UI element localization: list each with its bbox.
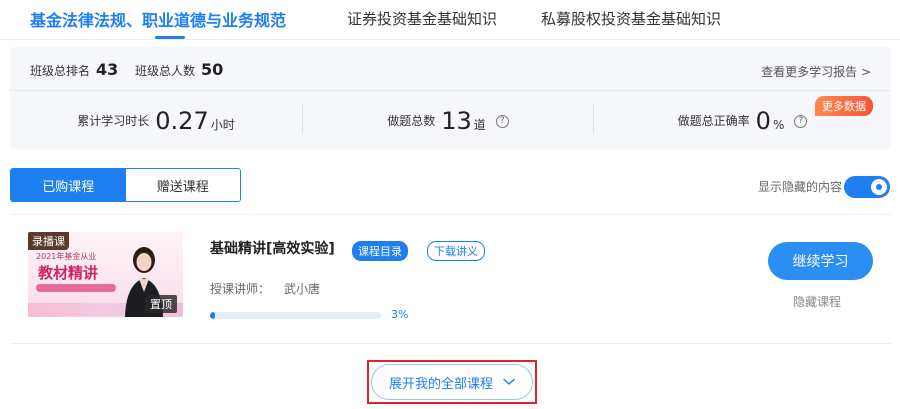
more-data-badge[interactable]: 更多数据: [815, 96, 873, 116]
class-rank-value: 43: [96, 60, 119, 79]
class-rank-label: 班级总排名: [30, 64, 91, 78]
study-time-value: 0.27: [155, 106, 209, 135]
accuracy-help-icon[interactable]: ?: [794, 115, 808, 128]
chevron-down-icon: [503, 378, 515, 385]
download-handout-button[interactable]: 下载讲义: [427, 241, 485, 261]
show-hidden-toggle[interactable]: [844, 176, 890, 198]
more-report-link[interactable]: 查看更多学习报告 >: [761, 63, 871, 80]
tab-gifted-courses[interactable]: 赠送课程: [125, 169, 240, 201]
accuracy-label: 做题总正确率: [677, 114, 750, 128]
questions-label: 做题总数: [387, 114, 436, 128]
class-rank: 班级总排名 43: [30, 60, 118, 79]
teacher-name: 武小唐: [284, 282, 321, 296]
questions-help-icon[interactable]: ?: [495, 115, 509, 128]
continue-learning-button[interactable]: 继续学习: [768, 242, 873, 280]
questions-unit: 道: [473, 118, 486, 132]
accuracy-value: 0: [755, 106, 771, 135]
study-time-stat: 累计学习时长 0.27 小时: [10, 92, 302, 149]
class-rank-row: 班级总排名 43 班级总人数 50 查看更多学习报告 >: [10, 47, 891, 91]
divider: [10, 214, 891, 215]
expand-all-courses-button[interactable]: 展开我的全部课程: [371, 364, 533, 400]
teacher-info: 授课讲师： 武小唐: [210, 280, 320, 297]
course-progress-fill: [210, 312, 216, 319]
tab-securities-fund-basics[interactable]: 证券投资基金基础知识: [347, 8, 497, 29]
divider: [10, 343, 891, 344]
class-total-value: 50: [201, 60, 224, 79]
thumbnail-year-text: 2021年基金从业: [36, 252, 97, 261]
study-time-unit: 小时: [210, 118, 235, 132]
course-thumbnail[interactable]: 录播课 2021年基金从业 教材精讲 置顶: [28, 232, 183, 317]
course-progress-bar: [210, 312, 381, 319]
show-hidden-label: 显示隐藏的内容: [757, 180, 842, 194]
teacher-label: 授课讲师：: [210, 282, 271, 296]
toggle-knob: [871, 179, 887, 195]
pinned-label: 置顶: [145, 295, 177, 313]
accuracy-unit: %: [772, 117, 785, 132]
study-time-label: 累计学习时长: [77, 114, 150, 128]
questions-stat: 做题总数 13 道 ?: [303, 92, 593, 149]
hide-course-button[interactable]: 隐藏课程: [793, 293, 841, 310]
thumbnail-subtitle-bar: [36, 284, 116, 292]
class-total-label: 班级总人数: [135, 64, 196, 78]
recorded-course-badge: 录播课: [28, 232, 69, 250]
class-total: 班级总人数 50: [135, 60, 223, 79]
thumbnail-title: 教材精讲: [38, 264, 99, 282]
course-progress-text: 3%: [391, 308, 409, 321]
subject-tabs: 基金法律法规、职业道德与业务规范 证券投资基金基础知识 私募股权投资基金基础知识: [0, 0, 900, 40]
tab-private-equity-basics[interactable]: 私募股权投资基金基础知识: [541, 8, 721, 29]
study-metrics-row: 累计学习时长 0.27 小时 做题总数 13 道 ? 做题总正确率 0 % ?: [10, 92, 891, 149]
tab-purchased-courses[interactable]: 已购课程: [11, 169, 126, 201]
course-type-toggle: 已购课程 赠送课程: [10, 168, 241, 202]
questions-value: 13: [441, 106, 472, 135]
active-tab-indicator: [155, 36, 185, 39]
course-title[interactable]: 基础精讲[高效实验]: [210, 238, 335, 258]
study-stats-panel: 班级总排名 43 班级总人数 50 查看更多学习报告 > 累计学习时长 0.27…: [10, 47, 891, 149]
course-catalog-button[interactable]: 课程目录: [352, 241, 408, 261]
tab-fund-law[interactable]: 基金法律法规、职业道德与业务规范: [30, 7, 286, 31]
expand-all-courses-label: 展开我的全部课程: [388, 376, 493, 392]
